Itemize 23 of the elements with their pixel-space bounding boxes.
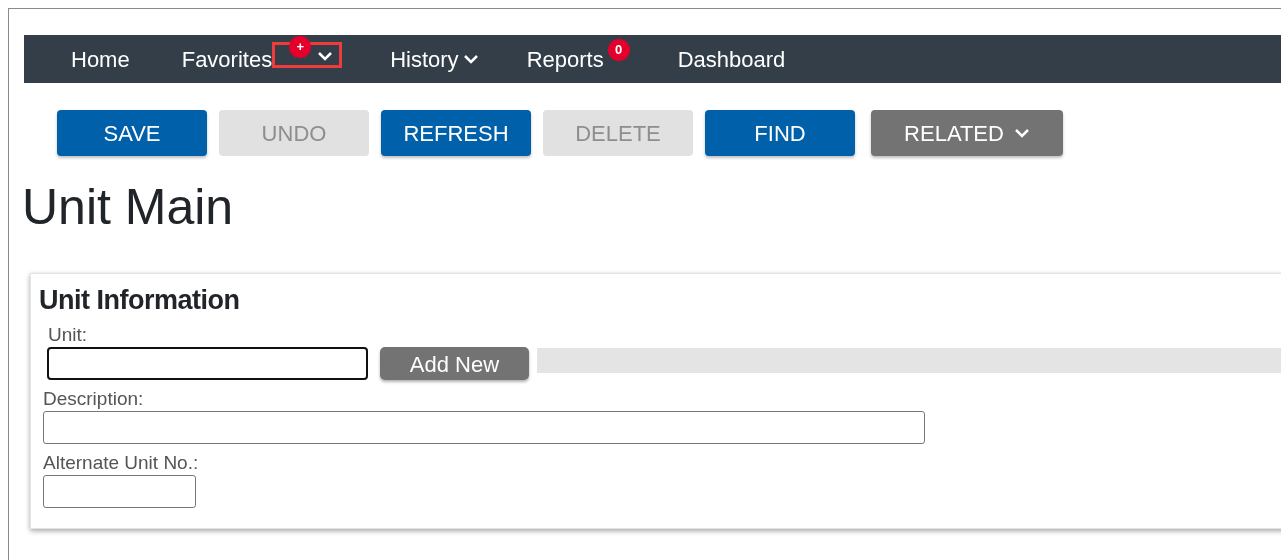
field-label: Unit: xyxy=(48,324,89,348)
nav-link[interactable]: Reports xyxy=(526,42,604,76)
toolbar-button[interactable]: REFRESH xyxy=(381,110,531,156)
add-new-button[interactable]: Add New xyxy=(380,347,529,381)
notification-badge: + xyxy=(289,36,312,58)
nav-link[interactable]: History xyxy=(390,42,459,76)
nav-link[interactable]: Favorites xyxy=(181,42,273,76)
section-title: Unit Information xyxy=(39,284,241,317)
chevron-down-icon[interactable] xyxy=(462,54,479,64)
nav-link[interactable]: Dashboard xyxy=(677,42,786,76)
dropdown-button[interactable]: RELATED xyxy=(871,110,1063,156)
input-field[interactable] xyxy=(47,347,368,381)
field-label: Alternate Unit No.: xyxy=(43,452,200,475)
nav-link[interactable]: Home xyxy=(71,42,130,76)
chevron-down-icon[interactable] xyxy=(1013,128,1030,138)
page-title: Unit Main xyxy=(22,180,235,235)
chevron-down-icon[interactable] xyxy=(317,51,334,61)
input-field[interactable] xyxy=(43,474,196,508)
toolbar-button[interactable]: FIND xyxy=(705,110,855,156)
toolbar-button[interactable]: SAVE xyxy=(57,110,207,156)
notification-badge: 0 xyxy=(607,39,630,61)
input-field[interactable] xyxy=(43,411,925,444)
field-label: Description: xyxy=(43,388,145,411)
